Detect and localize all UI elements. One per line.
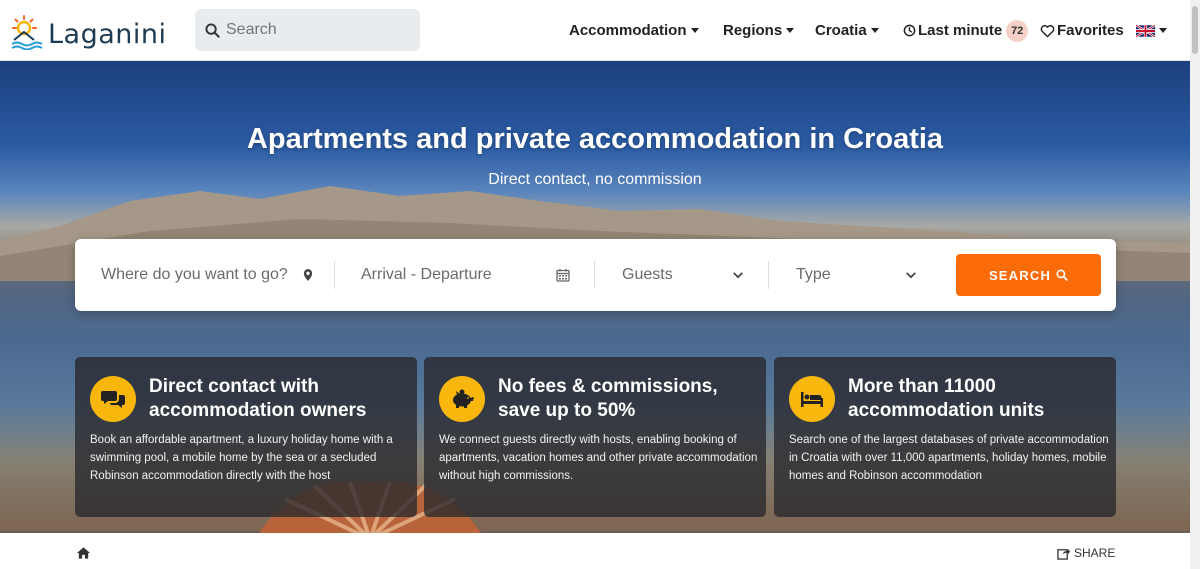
language-selector[interactable]	[1136, 0, 1167, 61]
search-button[interactable]: SEARCH	[956, 254, 1101, 296]
guests-label: Guests	[622, 266, 673, 283]
caret-down-icon	[786, 28, 795, 33]
hero-banner: Apartments and private accommodation in …	[0, 61, 1190, 533]
page-scrollbar[interactable]	[1190, 0, 1200, 569]
feature-text: Book an affordable apartment, a luxury h…	[90, 434, 393, 482]
feature-card: No fees & commissions, save up to 50% We…	[424, 357, 766, 517]
feature-cards: Direct contact with accommodation owners…	[75, 357, 1116, 517]
feature-text: We connect guests directly with hosts, e…	[439, 434, 758, 482]
search-icon	[205, 22, 220, 38]
caret-down-icon	[1159, 28, 1167, 33]
feature-title: No fees & commissions, save up to 50%	[498, 376, 718, 421]
guests-select[interactable]: Guests	[622, 239, 750, 311]
nav-favorites-label: Favorites	[1057, 22, 1124, 39]
scrollbar-thumb[interactable]	[1192, 6, 1198, 54]
nav-accommodation-label: Accommodation	[569, 22, 687, 39]
booking-search-form: Where do you want to go? Arrival - Depar…	[75, 239, 1116, 311]
nav-last-minute-label: Last minute	[918, 22, 1003, 39]
nav-favorites[interactable]: Favorites	[1040, 0, 1124, 61]
feature-title: More than 11000 accommodation units	[848, 376, 1045, 421]
logo[interactable]: Laganini	[10, 12, 167, 50]
heart-icon	[1040, 24, 1055, 37]
nav-regions[interactable]: Regions	[723, 0, 795, 61]
nav-regions-label: Regions	[723, 22, 783, 39]
nav-croatia[interactable]: Croatia	[815, 0, 879, 61]
bed-icon	[789, 376, 835, 422]
dates-placeholder: Arrival - Departure	[361, 266, 492, 283]
share-icon	[1057, 548, 1070, 560]
divider	[334, 261, 335, 289]
search-icon	[1056, 269, 1068, 281]
uk-flag-icon	[1136, 24, 1155, 37]
chevron-down-icon	[733, 272, 743, 279]
share-label: SHARE	[1074, 546, 1116, 560]
piggy-bank-icon	[439, 376, 485, 422]
logo-text: Laganini	[48, 19, 167, 50]
nav-last-minute[interactable]: Last minute 72	[903, 0, 1029, 61]
search-input[interactable]	[226, 21, 406, 39]
chevron-down-icon	[906, 272, 916, 279]
feature-card: More than 11000 accommodation units Sear…	[774, 357, 1116, 517]
divider	[594, 261, 595, 289]
site-header: Laganini Accommodation Regions Croatia L…	[0, 0, 1200, 61]
page-toolbar: SHARE	[0, 533, 1190, 569]
caret-down-icon	[870, 28, 879, 33]
chat-bubbles-icon	[90, 376, 136, 422]
feature-title: Direct contact with accommodation owners	[149, 376, 367, 421]
sun-wave-logo-icon	[11, 15, 43, 50]
dates-field[interactable]: Arrival - Departure	[361, 239, 573, 311]
calendar-icon	[556, 269, 570, 282]
hero-subtitle: Direct contact, no commission	[488, 171, 702, 188]
home-icon[interactable]	[76, 546, 91, 560]
feature-text: Search one of the largest databases of p…	[789, 434, 1109, 482]
hero-title: Apartments and private accommodation in …	[246, 123, 944, 155]
type-select[interactable]: Type	[796, 239, 921, 311]
site-search[interactable]	[195, 9, 420, 51]
feature-card: Direct contact with accommodation owners…	[75, 357, 417, 517]
search-button-label: SEARCH	[988, 267, 1052, 283]
share-button[interactable]: SHARE	[1057, 546, 1115, 560]
map-marker-icon	[303, 269, 312, 281]
type-label: Type	[796, 266, 831, 283]
clock-icon	[903, 24, 916, 37]
divider	[768, 261, 769, 289]
nav-croatia-label: Croatia	[815, 22, 867, 39]
last-minute-count-badge: 72	[1006, 19, 1029, 42]
caret-down-icon	[690, 28, 699, 33]
destination-placeholder: Where do you want to go?	[101, 266, 288, 283]
nav-accommodation[interactable]: Accommodation	[569, 0, 699, 61]
destination-field[interactable]: Where do you want to go?	[101, 239, 326, 311]
